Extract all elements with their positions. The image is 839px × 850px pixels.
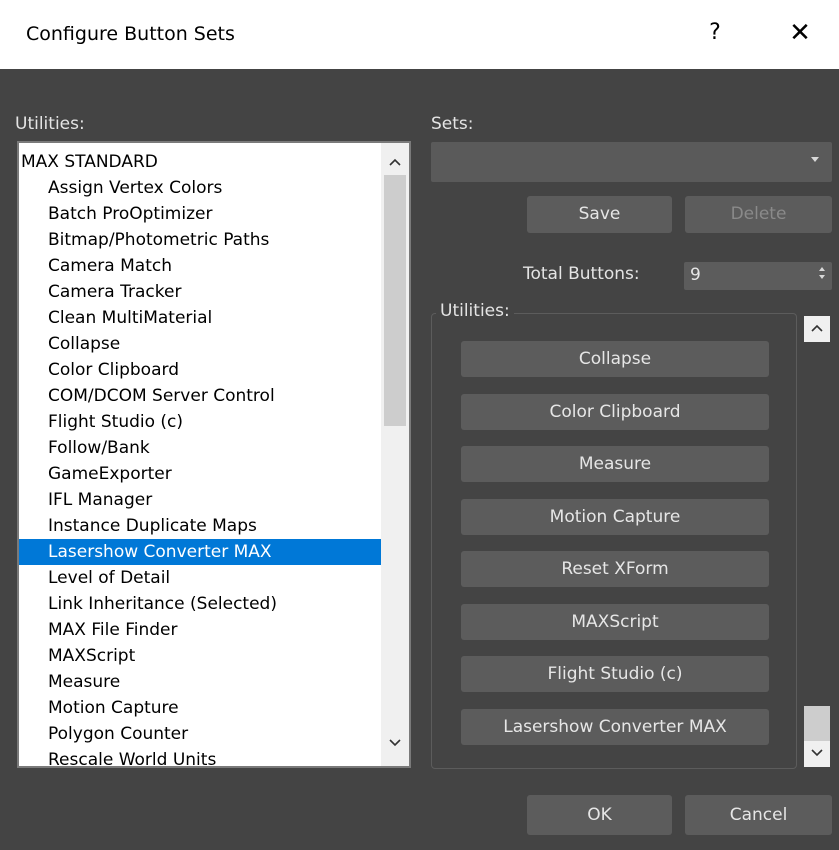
utility-slot-button[interactable]: MAXScript — [461, 603, 769, 640]
delete-button[interactable]: Delete — [685, 196, 832, 233]
utility-slot-button[interactable]: Lasershow Converter MAX — [461, 708, 769, 745]
list-item[interactable]: COM/DCOM Server Control — [19, 383, 383, 409]
chevron-down-icon[interactable] — [804, 741, 830, 767]
list-item[interactable]: Motion Capture — [19, 695, 383, 721]
sets-label: Sets: — [431, 114, 474, 134]
title-bar: Configure Button Sets ? ✕ — [0, 0, 839, 69]
sets-dropdown[interactable] — [431, 142, 832, 182]
list-item[interactable]: Level of Detail — [19, 565, 383, 591]
list-item[interactable]: Instance Duplicate Maps — [19, 513, 383, 539]
window-title: Configure Button Sets — [26, 23, 235, 45]
list-item[interactable]: Polygon Counter — [19, 721, 383, 747]
caret-down-icon — [810, 152, 820, 166]
utilities-items: MAX STANDARD Assign Vertex Colors Batch Pr… — [19, 149, 383, 766]
utilities-listbox[interactable]: MAX STANDARD Assign Vertex Colors Batch Pr… — [17, 141, 411, 768]
utility-slot-button[interactable]: Flight Studio (c) — [461, 656, 769, 692]
help-button[interactable]: ? — [700, 20, 730, 45]
save-button[interactable]: Save — [527, 196, 672, 233]
utility-slot-button[interactable]: Reset XForm — [461, 551, 769, 587]
chevron-up-icon[interactable] — [381, 149, 409, 177]
list-item[interactable]: MAXScript — [19, 643, 383, 669]
utilities-group: Utilities: Collapse Color Clipboard Measur… — [431, 301, 797, 769]
list-item[interactable]: GameExporter — [19, 461, 383, 487]
ok-button[interactable]: OK — [527, 795, 672, 835]
list-item[interactable]: MAX File Finder — [19, 617, 383, 643]
utilities-group-scrollbar[interactable] — [801, 313, 832, 769]
chevron-down-icon[interactable] — [381, 730, 409, 758]
utility-slot-button[interactable]: Motion Capture — [461, 498, 769, 535]
utility-slot-button[interactable]: Measure — [461, 446, 769, 482]
list-item[interactable]: Assign Vertex Colors — [19, 175, 383, 201]
utility-slot-button[interactable]: Collapse — [461, 341, 769, 377]
list-item[interactable]: Batch ProOptimizer — [19, 201, 383, 227]
chevron-up-icon[interactable] — [804, 316, 830, 342]
utilities-group-scroll-thumb[interactable] — [804, 706, 830, 741]
list-item[interactable]: Bitmap/Photometric Paths — [19, 227, 383, 253]
total-buttons-value: 9 — [690, 265, 701, 285]
list-item[interactable]: IFL Manager — [19, 487, 383, 513]
total-buttons-label: Total Buttons: — [523, 264, 640, 284]
list-item[interactable]: Clean MultiMaterial — [19, 305, 383, 331]
list-item[interactable]: Follow/Bank — [19, 435, 383, 461]
utility-slot-button[interactable]: Color Clipboard — [461, 393, 769, 430]
list-item[interactable]: Link Inheritance (Selected) — [19, 591, 383, 617]
list-item[interactable]: Camera Tracker — [19, 279, 383, 305]
list-item[interactable]: Camera Match — [19, 253, 383, 279]
list-item[interactable]: Rescale World Units — [19, 747, 383, 766]
close-button[interactable]: ✕ — [782, 18, 818, 48]
total-buttons-spinner[interactable]: 9 — [684, 262, 832, 290]
utilities-scrollbar[interactable] — [381, 143, 409, 766]
list-item[interactable]: Color Clipboard — [19, 357, 383, 383]
list-item[interactable]: Lasershow Converter MAX — [19, 539, 383, 565]
list-item[interactable]: Flight Studio (c) — [19, 409, 383, 435]
list-item[interactable]: Collapse — [19, 331, 383, 357]
list-group-header[interactable]: MAX STANDARD — [19, 149, 383, 175]
utilities-group-legend: Utilities: — [436, 301, 514, 321]
utilities-scroll-thumb[interactable] — [384, 175, 406, 426]
list-item[interactable]: Measure — [19, 669, 383, 695]
spinner-arrows-icon[interactable] — [818, 263, 826, 287]
utilities-list-label: Utilities: — [15, 114, 85, 134]
cancel-button[interactable]: Cancel — [685, 795, 832, 835]
